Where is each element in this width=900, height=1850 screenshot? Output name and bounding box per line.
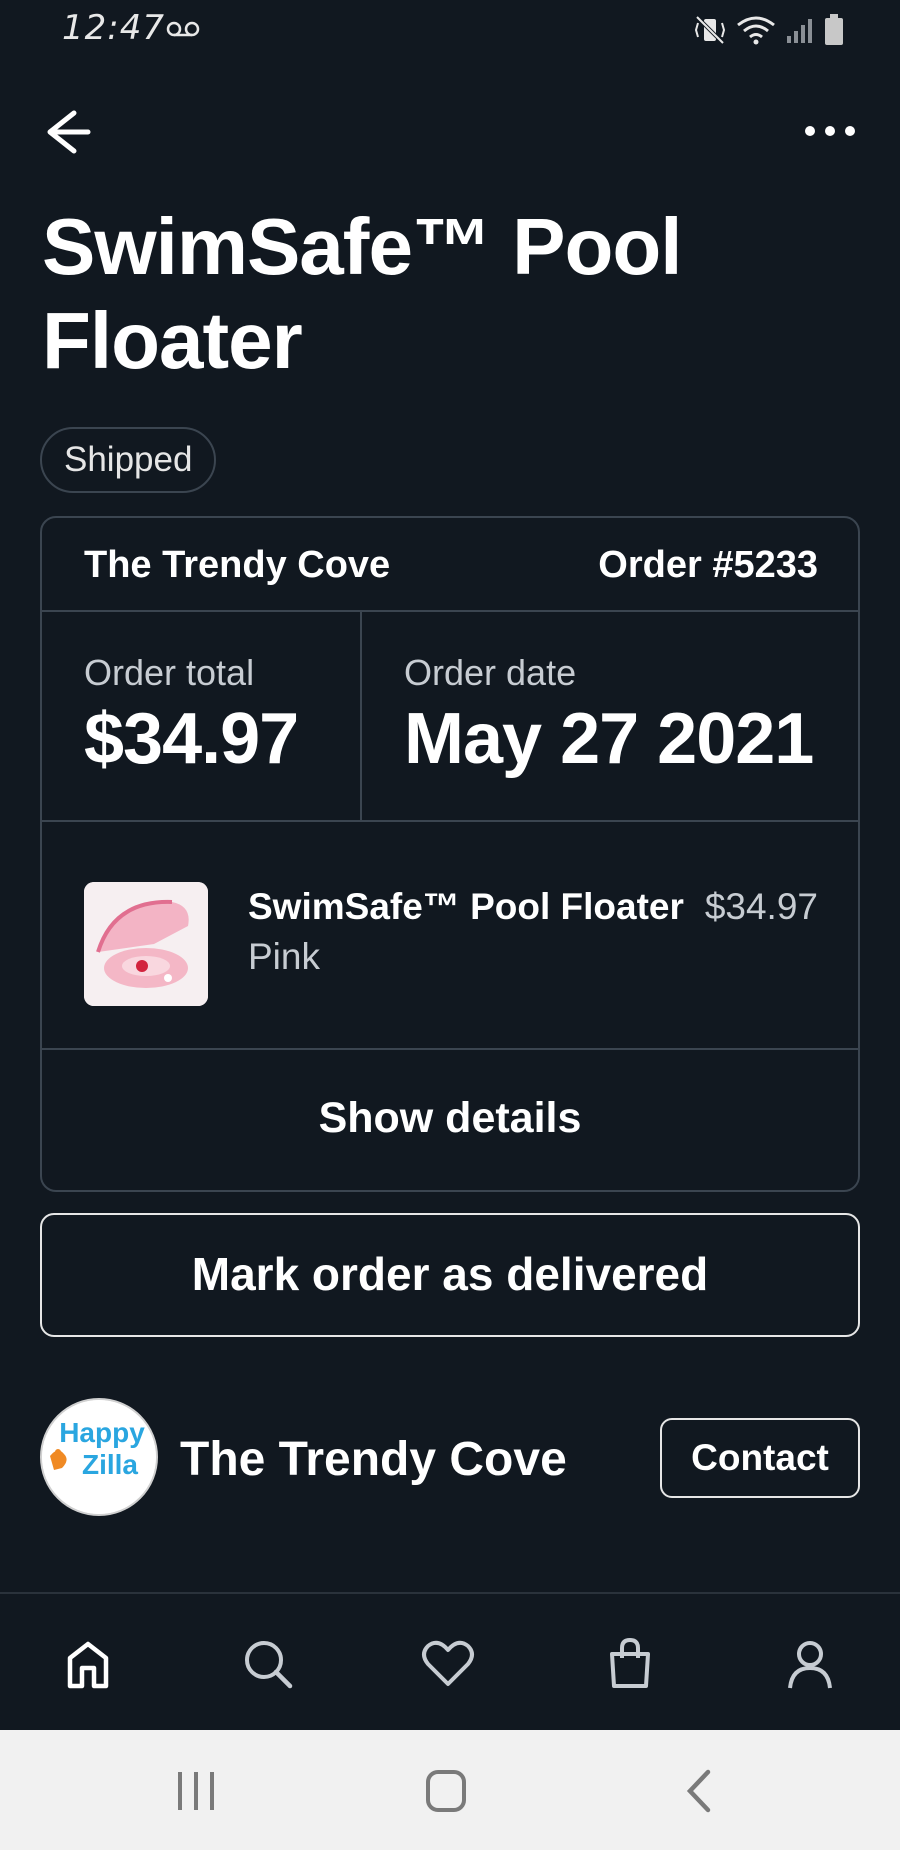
system-home-button[interactable] — [416, 1766, 476, 1816]
order-total-value: $34.97 — [84, 699, 299, 779]
order-number: Order #5233 — [598, 544, 818, 586]
seller-logo-text-2: Zilla — [82, 1449, 138, 1480]
back-button[interactable] — [40, 107, 100, 157]
order-summary: Order total $34.97 Order date May 27 202… — [42, 612, 858, 822]
back-chevron-icon — [686, 1769, 711, 1813]
top-nav — [0, 95, 900, 165]
order-header: The Trendy Cove Order #5233 — [42, 518, 858, 612]
order-card: The Trendy Cove Order #5233 Order total … — [40, 516, 860, 1192]
back-arrow-icon — [47, 110, 91, 154]
voicemail-icon — [166, 20, 200, 43]
status-badge: Shipped — [40, 427, 217, 493]
nav-tab-home[interactable] — [58, 1634, 118, 1694]
show-details-label: Show details — [318, 1094, 582, 1142]
order-date-value: May 27 2021 — [404, 699, 814, 779]
status-bar: 12:47 — [0, 0, 900, 70]
shopping-bag-icon — [610, 1637, 650, 1688]
search-icon — [245, 1641, 293, 1689]
seller-row: Happy Zilla The Trendy Cove Contact — [0, 1398, 900, 1518]
store-name: The Trendy Cove — [84, 544, 391, 586]
pink-pool-floater-image — [84, 882, 208, 1006]
profile-icon — [788, 1641, 832, 1689]
show-details-button[interactable]: Show details — [42, 1050, 858, 1190]
order-date-label: Order date — [404, 652, 577, 693]
more-options-button[interactable] — [800, 111, 860, 151]
nav-tab-profile[interactable] — [780, 1634, 840, 1694]
nav-tab-orders[interactable] — [600, 1634, 660, 1694]
order-total-section: Order total $34.97 — [42, 612, 362, 820]
more-options-icon — [805, 126, 855, 136]
home-icon — [67, 1641, 109, 1689]
mark-delivered-button[interactable]: Mark order as delivered — [40, 1213, 860, 1337]
status-time: 12:47 — [62, 8, 165, 48]
order-total-label: Order total — [84, 652, 255, 693]
nav-tab-favorites[interactable] — [418, 1634, 478, 1694]
signal-icon — [786, 16, 814, 49]
battery-icon — [824, 14, 844, 51]
item-price: $34.97 — [704, 886, 818, 927]
order-date-section: Order date May 27 2021 — [362, 612, 858, 820]
nav-tab-search[interactable] — [238, 1634, 298, 1694]
contact-button[interactable]: Contact — [660, 1418, 860, 1498]
system-nav-bar — [0, 1730, 900, 1850]
item-name: SwimSafe™ Pool Floater — [248, 886, 684, 927]
page-title: SwimSafe™ Pool Floater — [42, 202, 682, 385]
recent-apps-button[interactable] — [166, 1766, 226, 1816]
heart-icon — [422, 1640, 474, 1686]
status-icons — [694, 14, 844, 51]
order-item[interactable]: SwimSafe™ Pool Floater $34.97 Pink — [42, 822, 858, 1050]
wifi-icon — [736, 15, 776, 50]
home-button-icon — [426, 1770, 466, 1812]
seller-name: The Trendy Cove — [180, 1433, 567, 1486]
seller-logo-text-1: Happy — [59, 1417, 145, 1448]
system-back-button[interactable] — [670, 1766, 730, 1816]
bottom-nav — [0, 1592, 900, 1730]
seller-avatar[interactable]: Happy Zilla — [40, 1398, 158, 1516]
mute-vibrate-icon — [694, 15, 726, 50]
recent-apps-icon — [178, 1772, 214, 1810]
item-variant: Pink — [248, 936, 320, 977]
